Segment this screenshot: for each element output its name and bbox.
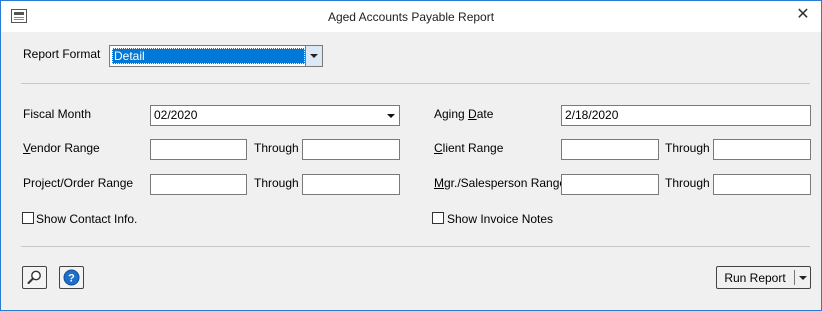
- fiscal-month-label: Fiscal Month: [23, 107, 92, 121]
- help-glyph: ?: [68, 273, 75, 285]
- mgr-range-to-field[interactable]: [713, 174, 811, 195]
- show-invoice-notes-label[interactable]: Show Invoice Notes: [447, 212, 553, 226]
- aging-date-field[interactable]: 2/18/2020: [561, 105, 811, 126]
- show-invoice-notes-checkbox[interactable]: [432, 212, 444, 224]
- run-report-button[interactable]: Run Report: [716, 266, 811, 289]
- help-button[interactable]: ?: [59, 266, 84, 289]
- title-bar: Aged Accounts Payable Report ✕: [1, 1, 821, 32]
- chevron-down-icon: [387, 114, 395, 118]
- show-contact-label[interactable]: Show Contact Info.: [36, 212, 137, 226]
- top-divider: [21, 83, 810, 84]
- chevron-down-icon: [310, 54, 318, 58]
- close-icon[interactable]: ✕: [795, 5, 811, 23]
- chevron-down-icon[interactable]: [799, 276, 807, 280]
- window-title: Aged Accounts Payable Report: [327, 10, 495, 24]
- client-through-label: Through: [665, 141, 710, 155]
- report-format-label: Report Format: [23, 47, 101, 61]
- project-through-label: Through: [254, 176, 299, 190]
- report-format-dropdown-button[interactable]: [305, 46, 322, 66]
- fiscal-month-select[interactable]: 02/2020: [150, 105, 400, 126]
- client-range-to-field[interactable]: [713, 139, 811, 160]
- run-report-split-divider: [794, 270, 795, 285]
- help-icon: ?: [63, 269, 80, 286]
- project-range-label: Project/Order Range: [23, 176, 134, 190]
- magnifier-icon: [27, 270, 41, 284]
- mgr-range-label: Mgr./Salesperson Range: [434, 176, 567, 190]
- report-dialog: Aged Accounts Payable Report ✕ Report Fo…: [0, 0, 822, 311]
- show-contact-checkbox[interactable]: [22, 212, 34, 224]
- report-format-value: Detail: [112, 48, 305, 64]
- aging-date-label: Aging Date: [434, 107, 494, 121]
- client-range-from-field[interactable]: [561, 139, 659, 160]
- client-range-label: Client Range: [434, 141, 504, 155]
- run-report-label: Run Report: [724, 271, 786, 285]
- mgr-range-from-field[interactable]: [561, 174, 659, 195]
- project-range-from-field[interactable]: [150, 174, 247, 195]
- vendor-range-label: Vendor Range: [23, 141, 100, 155]
- bottom-divider: [21, 246, 810, 247]
- vendor-range-from-field[interactable]: [150, 139, 247, 160]
- mgr-through-label: Through: [665, 176, 710, 190]
- report-format-select[interactable]: Detail: [109, 45, 323, 67]
- project-range-to-field[interactable]: [302, 174, 400, 195]
- search-button[interactable]: [22, 266, 47, 289]
- vendor-through-label: Through: [254, 141, 299, 155]
- fiscal-month-value: 02/2020: [154, 108, 198, 122]
- vendor-range-to-field[interactable]: [302, 139, 400, 160]
